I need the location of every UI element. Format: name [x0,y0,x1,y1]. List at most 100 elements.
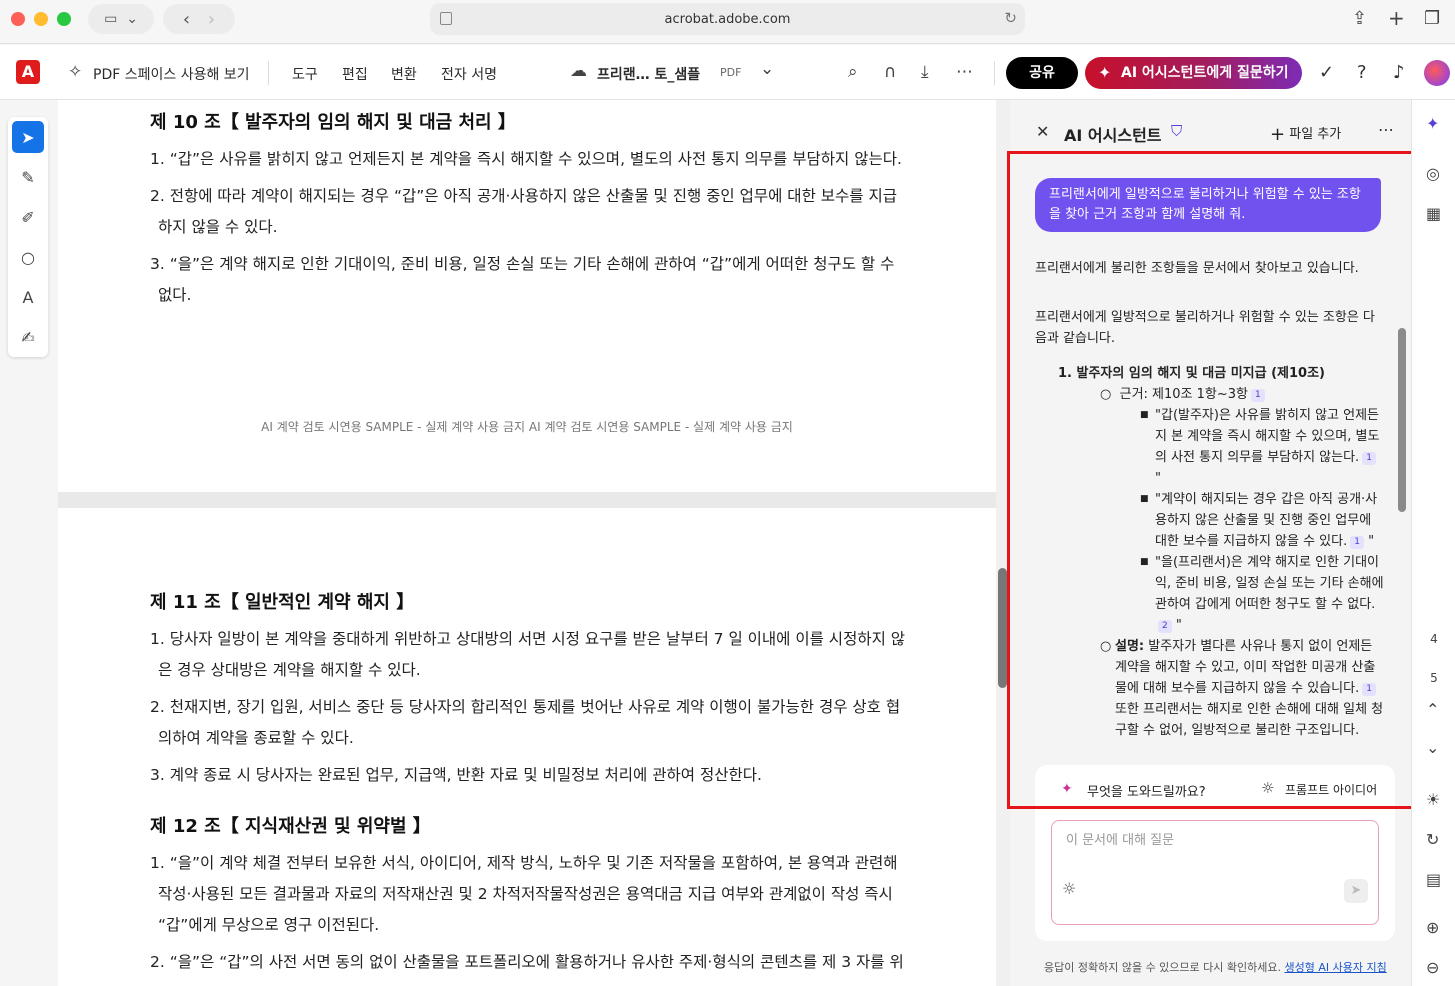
send-button[interactable]: ➤ [1344,879,1368,903]
file-name[interactable]: 프리랜… 토_샘플 [597,64,700,84]
theme-icon[interactable]: ☀ [1426,790,1440,809]
menu-edit[interactable]: 편집 [342,64,368,84]
pdf-space-link[interactable]: PDF 스페이스 사용해 보기 [93,64,250,84]
share-icon[interactable]: ⇪ [1352,8,1367,29]
share-button[interactable]: 공유 [1006,57,1078,89]
clause-line: 작성·사용된 모든 결과물과 자료의 저작재산권 및 2 차적저작물작성권은 용… [158,885,893,903]
answer-explanation: ○ 설명: 발주자가 별다른 사유나 통지 없이 언제든 계약을 해지할 수 있… [1100,636,1383,741]
chevron-down-icon[interactable]: ⌄ [1426,738,1439,757]
ai-sparkle-icon: ✦ [1098,63,1112,82]
zoom-in-icon[interactable]: ⊕ [1426,918,1439,937]
download-icon[interactable]: ⤓ [921,62,929,82]
draw-tool-button[interactable]: ○ [12,241,44,273]
add-file-label: 파일 추가 [1289,127,1342,142]
toolbar-divider [994,61,995,85]
close-icon[interactable]: ✕ [1036,122,1049,141]
help-suggestion[interactable]: 무엇을 도와드릴까요? [1087,781,1206,800]
ai-answer-intro: 프리랜서에게 일방적으로 불리하거나 위험할 수 있는 조항은 다 음과 같습니… [1035,307,1375,349]
text-tool-button[interactable]: A [12,281,44,313]
answer-quote: ■ "갑(발주자)은 사유를 밝히지 않고 언제든 지 본 계약을 즉시 해지할… [1140,405,1379,489]
ai-input-card: ✦ 무엇을 도와드릴까요? ☼ 프롬프트 아이디어 이 문서에 대해 질문 ☼ … [1035,765,1395,941]
forward-button[interactable]: › [208,9,215,30]
chevron-up-icon[interactable]: ⌃ [1426,700,1439,719]
clause-line: 1. 당사자 일방이 본 계약을 중대하게 위반하고 상대방의 서면 시정 요구… [150,630,906,648]
explain-line: 또한 프리랜서는 해지로 인한 손해에 대해 일체 청 [1115,702,1384,717]
quote-line: 의 사전 통지 의무를 부담하지 않는다. [1155,450,1360,465]
answer-line: 프리랜서에게 일방적으로 불리하거나 위험할 수 있는 조항은 다 [1035,310,1375,325]
ai-assistant-label: AI 어시스턴트에게 질문하기 [1121,65,1289,81]
highlight-tool-button[interactable]: ✐ [12,201,44,233]
headphones-icon[interactable]: ∩ [884,62,896,82]
ai-chat-icon[interactable]: ✦ [1426,114,1439,133]
clause-line: 1. “갑”은 사유를 밝히지 않고 언제든지 본 계약을 즉시 해지할 수 있… [150,150,902,168]
sign-tool-button[interactable]: ✍ [12,321,44,353]
document-scrollbar[interactable] [996,100,1010,986]
acrobat-logo-icon[interactable]: A [16,60,40,84]
ai-panel-scrollbar[interactable] [1398,328,1406,512]
more-icon[interactable]: ⋯ [956,62,973,82]
app-toolbar: A ✧ PDF 스페이스 사용해 보기 도구 편집 변환 전자 서명 ☁ 프리랜… [0,45,1455,100]
address-bar[interactable]: acrobat.adobe.com ↻ [430,3,1025,35]
clause-line: 2. 천재지변, 장기 입원, 서비스 중단 등 당사자의 합리적인 통제를 벗… [150,698,901,716]
reload-icon[interactable]: ↻ [1004,9,1017,27]
clause-line: 하지 않을 수 있다. [158,218,278,236]
ai-guidelines-link[interactable]: 생성형 AI 사용자 지침 [1285,961,1387,974]
citation-badge[interactable]: 1 [1251,389,1265,402]
quote-line: " [1363,534,1375,549]
new-tab-icon[interactable]: + [1388,6,1405,30]
quote-line: "갑(발주자)은 사유를 밝히지 않고 언제든 [1155,408,1380,423]
minimize-window-button[interactable] [34,12,48,26]
search-icon[interactable]: ⌕ [848,62,858,82]
sidebar-toggle-button[interactable]: ▭ ⌄ [88,4,154,34]
article-heading: 제 12 조【 지식재산권 및 위약벌 】 [150,816,431,837]
check-circle-icon[interactable]: ✓ [1319,62,1334,83]
menu-esign[interactable]: 전자 서명 [441,64,497,84]
page-number[interactable]: 5 [1412,671,1455,685]
lightbulb-icon[interactable]: ☼ [1062,879,1076,898]
back-button[interactable]: ‹ [183,9,190,30]
more-icon[interactable]: ⋯ [1378,120,1394,139]
ai-assistant-button[interactable]: ✦ AI 어시스턴트에게 질문하기 [1085,57,1302,89]
lasso-icon: ○ [21,247,35,267]
close-window-button[interactable] [11,12,25,26]
clause-line: 2. “을”은 “갑”의 사전 서면 동의 없이 산출물을 포트폴리오에 활용하… [150,953,904,971]
add-file-button[interactable]: + 파일 추가 [1270,123,1341,145]
scrollbar-thumb[interactable] [998,568,1007,688]
select-tool-button[interactable]: ➤ [12,121,44,153]
page-number[interactable]: 4 [1412,632,1455,646]
chevron-down-icon[interactable]: ⌄ [760,59,774,79]
comment-tool-button[interactable]: ✎ [12,161,44,193]
citation-badge[interactable]: 1 [1362,452,1376,465]
quote-line: "을(프리랜서)은 계약 해지로 인한 기대이 [1155,555,1380,570]
menu-tools[interactable]: 도구 [292,64,318,84]
ai-panel-title: AI 어시스턴트 [1064,126,1162,145]
article-body: 1. “을”이 계약 체결 전부터 보유한 서식, 아이디어, 제작 방식, 노… [150,848,910,978]
question-input[interactable]: 이 문서에 대해 질문 ☼ ➤ [1051,820,1379,925]
quote-line: "계약이 해지되는 경우 갑은 아직 공개·사 [1155,492,1378,507]
file-type-badge: PDF [720,66,742,79]
prompt-ideas-button[interactable]: 프롬프트 아이디어 [1285,781,1377,798]
citation-badge[interactable]: 1 [1350,536,1364,549]
grid-icon[interactable]: ▦ [1426,204,1441,223]
quote-line: " [1155,471,1161,486]
page-view-icon[interactable]: ▤ [1426,870,1441,889]
text-box-icon: A [22,287,34,307]
document-viewer[interactable]: 제 10 조【 발주자의 임의 해지 및 대금 처리 】 1. “갑”은 사유를… [58,100,996,986]
bullet-icon: ■ [1140,494,1149,504]
rotate-icon[interactable]: ↻ [1426,830,1439,849]
comments-icon[interactable]: ◎ [1426,164,1440,183]
browser-toolbar: ▭ ⌄ ‹ › acrobat.adobe.com ↻ ⇪ + ❐ [0,0,1455,44]
tabs-overview-icon[interactable]: ❐ [1424,8,1440,29]
quote-line: 대한 보수를 지급하지 않을 수 있다. [1155,534,1348,549]
zoom-window-button[interactable] [57,12,71,26]
url-text: acrobat.adobe.com [664,11,791,27]
citation-badge[interactable]: 1 [1362,683,1376,696]
menu-convert[interactable]: 변환 [391,64,417,84]
clause-line: 3. “을”은 계약 해지로 인한 기대이익, 준비 비용, 일정 손실 또는 … [150,255,895,273]
avatar[interactable] [1424,60,1450,86]
help-icon[interactable]: ? [1357,62,1367,83]
notification-bell-icon[interactable]: ♪ [1393,62,1405,83]
answer-line: 음과 같습니다. [1035,331,1116,346]
zoom-out-icon[interactable]: ⊖ [1426,958,1439,977]
citation-badge[interactable]: 2 [1158,620,1172,633]
